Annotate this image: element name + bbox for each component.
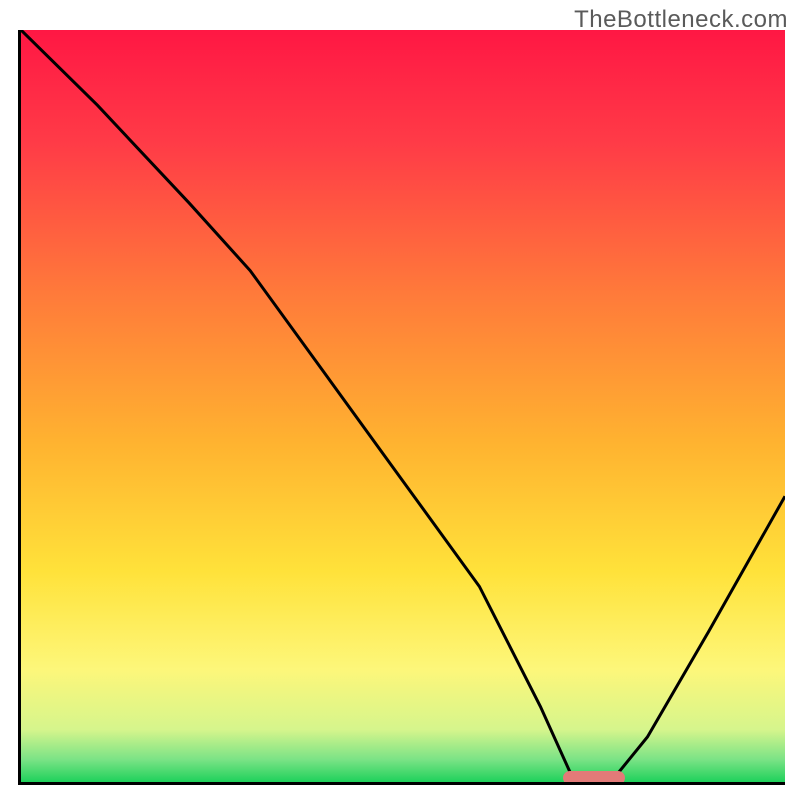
chart-curve xyxy=(21,30,785,782)
optimal-range-marker xyxy=(563,771,624,785)
chart-plot-area xyxy=(18,30,785,785)
